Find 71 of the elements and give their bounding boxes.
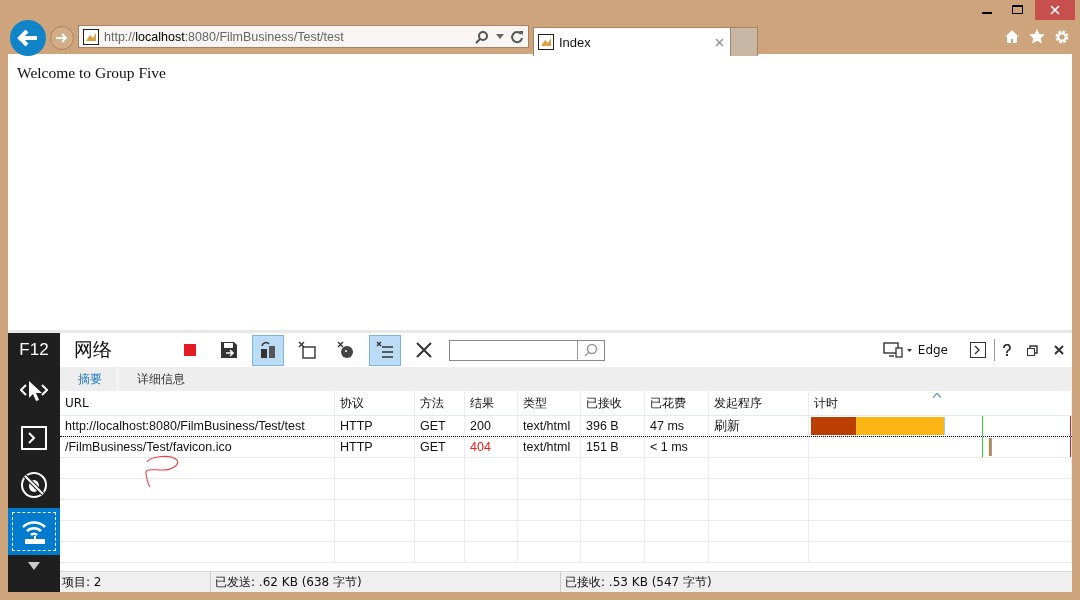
column-header[interactable]: 类型 (518, 391, 581, 415)
protocol-cell: HTTP (335, 437, 415, 457)
refresh-cache-button[interactable] (252, 334, 284, 366)
cookie-icon (337, 341, 355, 359)
console-icon (21, 425, 47, 450)
forward-arrow-icon (55, 32, 69, 44)
star-icon[interactable] (1029, 29, 1045, 44)
column-header[interactable]: 发起程序 (709, 391, 809, 415)
panel-title: 网络 (74, 337, 113, 362)
close-icon (1050, 5, 1060, 15)
column-header[interactable]: 协议 (335, 391, 415, 415)
window-x-icon (298, 341, 316, 359)
column-header[interactable]: 结果 (465, 391, 518, 415)
received-cell: 396 B (581, 416, 645, 436)
method-cell: GET (415, 416, 465, 436)
address-bar[interactable]: http://localhost:8080/FilmBusiness/Test/test (78, 25, 529, 48)
server-icon (259, 341, 277, 359)
column-header[interactable]: 已接收 (581, 391, 645, 415)
favicon-icon (83, 28, 99, 45)
time-cell: < 1 ms (645, 437, 709, 457)
search-field[interactable] (449, 339, 605, 361)
result-cell: 404 (465, 437, 518, 457)
view-tab[interactable]: 摘要 (60, 367, 116, 391)
column-header[interactable]: 计时 (809, 391, 1072, 415)
search-icon[interactable] (475, 29, 489, 44)
dropdown-caret-icon[interactable] (496, 34, 504, 39)
stop-icon (184, 344, 196, 356)
down-caret-icon[interactable] (28, 562, 40, 570)
browser-tab[interactable]: Index (533, 27, 731, 56)
received-cell: 151 B (581, 437, 645, 457)
close-icon[interactable] (1054, 345, 1064, 355)
devices-icon (882, 342, 905, 358)
status-text: 已发送: .62 KB (638 字节) (211, 572, 561, 592)
status-text: 项目: 2 (60, 572, 211, 592)
status-text: 已接收: .53 KB (547 字节) (564, 573, 712, 591)
minimize-icon (982, 12, 992, 14)
devtools-label: F12 (18, 339, 50, 361)
refresh-icon[interactable] (511, 29, 524, 44)
sort-caret-icon (933, 393, 941, 398)
x-icon (416, 342, 432, 358)
help-icon[interactable] (1003, 344, 1011, 356)
save-icon (220, 341, 238, 359)
request-row[interactable]: /FilmBusiness/Test/favicon.ico HTTP GET 404 text/html 151 B < 1 ms (60, 436, 1072, 458)
time-cell: 47 ms (645, 416, 709, 436)
result-cell: 200 (465, 416, 518, 436)
welcome-text: Welcome to Group Five (17, 64, 166, 81)
forward-button[interactable] (50, 26, 74, 50)
protocol-cell: HTTP (335, 416, 415, 436)
undock-icon[interactable] (1027, 344, 1038, 356)
bug-icon (20, 470, 48, 499)
maximize-icon (1011, 5, 1023, 15)
console-toggle-icon[interactable] (970, 342, 986, 358)
back-arrow-icon (17, 29, 39, 47)
back-button[interactable] (10, 20, 46, 56)
caret-icon (906, 348, 912, 352)
filter-button[interactable] (369, 334, 401, 366)
column-header[interactable]: 已花费 (645, 391, 709, 415)
url-cell: http://localhost:8080/FilmBusiness/Test/test (60, 416, 335, 436)
favicon-icon (538, 34, 554, 50)
url-cell: /FilmBusiness/Test/favicon.ico (60, 437, 335, 457)
type-cell: text/html (518, 416, 581, 436)
list-x-icon (376, 341, 394, 359)
request-row[interactable]: http://localhost:8080/FilmBusiness/Test/test HTTP GET 200 text/html 396 B 47 ms 刷新 (60, 416, 1072, 437)
type-cell: text/html (518, 437, 581, 457)
column-header[interactable]: 方法 (415, 391, 465, 415)
column-header[interactable]: URL (60, 391, 335, 415)
method-cell: GET (415, 437, 465, 457)
initiator-cell: 刷新 (714, 417, 740, 435)
timing-bar (989, 438, 992, 456)
emulation-dropdown[interactable]: Edge (882, 342, 948, 358)
close-tab-icon[interactable] (715, 37, 724, 47)
